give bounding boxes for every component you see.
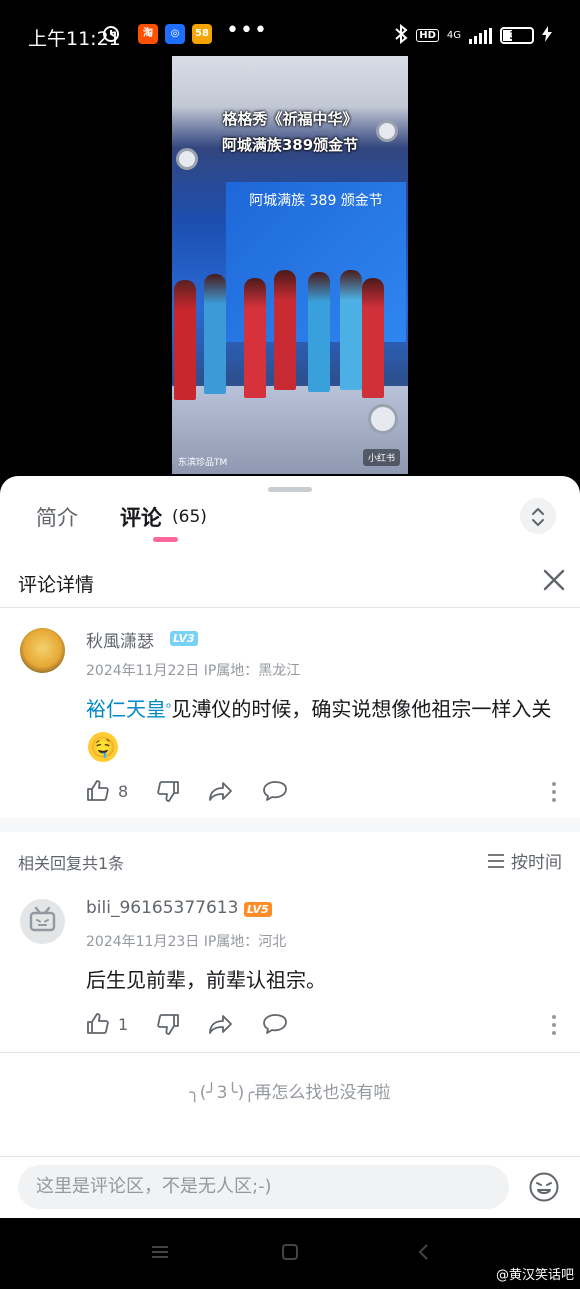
system-nav-bar: @黄汉笑话吧	[0, 1218, 580, 1289]
share-button[interactable]	[208, 1012, 234, 1036]
comment-sheet: 简介 评论 (65) 评论详情 秋風潇瑟 LV3 2024年11月22日 IP属…	[0, 476, 580, 1218]
dislike-button[interactable]	[156, 779, 180, 803]
sort-label: 按时间	[511, 853, 562, 873]
network-type: 4G	[446, 30, 461, 41]
comment-count: (65)	[172, 507, 207, 527]
home-nav-icon[interactable]	[280, 1242, 300, 1266]
level-badge: LV3	[170, 631, 198, 646]
share-button[interactable]	[208, 779, 234, 803]
performer	[204, 274, 226, 394]
taobao-app-icon: 淘	[138, 24, 158, 44]
default-tv-avatar-icon	[29, 906, 56, 932]
performer	[362, 278, 384, 398]
drool-emoji-icon: 🤤	[88, 731, 118, 762]
comment-bubble-icon	[263, 1014, 288, 1034]
comment-meta: 2024年11月22日 IP属地：黑龙江	[86, 663, 301, 679]
divider	[0, 1052, 580, 1053]
performer	[174, 280, 196, 400]
comment-detail-header: 评论详情	[0, 558, 580, 608]
reply-button[interactable]	[262, 1012, 288, 1036]
end-of-list-note: ╮(╯3╰)╭再怎么找也没有啦	[189, 1083, 391, 1103]
performer	[340, 270, 362, 390]
battery-icon: 30	[500, 27, 534, 44]
reply-text: 后生见前辈，前辈认祖宗。	[86, 968, 326, 992]
tab-bar: 简介 评论 (65)	[0, 476, 580, 542]
reply-button[interactable]	[262, 779, 288, 803]
bluetooth-icon	[394, 23, 408, 47]
video-caption-line1: 格格秀《祈福中华》	[222, 110, 358, 128]
menu-nav-icon[interactable]	[150, 1242, 170, 1266]
section-divider	[0, 818, 580, 832]
performer	[274, 270, 296, 390]
comment-input[interactable]: 这里是评论区，不是无人区;-)	[18, 1165, 509, 1209]
like-count: 1	[118, 1014, 129, 1034]
comment-detail-title: 评论详情	[18, 574, 95, 596]
expand-toggle-button[interactable]	[520, 498, 556, 534]
charging-icon	[542, 26, 552, 45]
sort-button[interactable]: 按时间	[487, 848, 562, 873]
comment-actions: 8	[86, 779, 316, 803]
watermark: @黄汉笑话吧	[496, 1264, 574, 1283]
video-caption-line2: 阿城满族389颁金节	[221, 136, 359, 154]
performer	[308, 272, 330, 392]
list-sort-icon	[488, 853, 504, 868]
dislike-button[interactable]	[156, 1012, 180, 1036]
alarm-icon	[100, 22, 120, 42]
backdrop-text: 阿城满族 389 颁金节	[249, 193, 383, 209]
emoji-face-icon	[529, 1172, 559, 1202]
comment-input-bar: 这里是评论区，不是无人区;-)	[0, 1156, 580, 1218]
video-player[interactable]: 阿城满族 389 颁金节 格格秀《祈福中华》 阿城满族389颁金节 东滨珍品TM…	[172, 56, 408, 474]
stage-light-icon	[368, 404, 398, 434]
tab-intro[interactable]: 简介	[36, 502, 78, 532]
share-icon	[209, 1015, 233, 1034]
chevron-up-down-icon	[532, 508, 544, 526]
avatar[interactable]	[20, 628, 65, 673]
thumb-up-icon	[87, 780, 109, 801]
like-count: 8	[118, 781, 129, 801]
comment-username[interactable]: 秋風潇瑟	[86, 627, 154, 652]
like-button[interactable]: 1	[86, 1012, 128, 1036]
thumb-up-icon	[87, 1013, 109, 1034]
performer	[244, 278, 266, 398]
hd-icon: HD	[416, 29, 439, 42]
comment-text: 裕仁天皇ᵒ见溥仪的时候，确实说想像他祖宗一样入关🤤	[86, 691, 566, 763]
thumb-down-icon	[157, 1014, 180, 1035]
thumb-down-icon	[157, 781, 180, 802]
tab-comments[interactable]: 评论	[120, 502, 162, 532]
close-icon	[543, 569, 565, 591]
more-options-icon[interactable]	[552, 782, 556, 806]
reply-meta: 2024年11月23日 IP属地：河北	[86, 934, 287, 950]
comment-bubble-icon	[263, 781, 288, 801]
status-right: HD 4G 30	[394, 23, 552, 47]
reply-actions: 1	[86, 1012, 316, 1036]
comment-body: 见溥仪的时候，确实说想像他祖宗一样入关	[171, 697, 552, 721]
video-source-badge: 小红书	[362, 449, 400, 466]
watermark-text: @黄汉笑话吧	[495, 1268, 574, 1283]
signal-icon	[469, 27, 492, 44]
58-app-icon: 58	[192, 24, 212, 44]
battery-level: 30	[509, 29, 525, 42]
more-notifications-icon: •••	[226, 18, 268, 43]
share-icon	[209, 782, 233, 801]
app-notification-icon: ◎	[165, 24, 185, 44]
back-nav-icon[interactable]	[414, 1242, 434, 1266]
video-channel-name: 东滨珍品TM	[178, 458, 228, 468]
close-button[interactable]	[540, 566, 568, 594]
emoji-button[interactable]	[528, 1171, 560, 1203]
level-badge: LV5	[244, 902, 272, 917]
like-button[interactable]: 8	[86, 779, 128, 803]
avatar[interactable]	[20, 899, 65, 944]
active-tab-indicator	[153, 537, 178, 542]
reply-username[interactable]: bili_96165377613	[86, 898, 238, 918]
more-options-icon[interactable]	[552, 1015, 556, 1039]
search-link[interactable]: 裕仁天皇	[86, 697, 166, 721]
replies-count: 相关回复共1条	[18, 854, 125, 873]
